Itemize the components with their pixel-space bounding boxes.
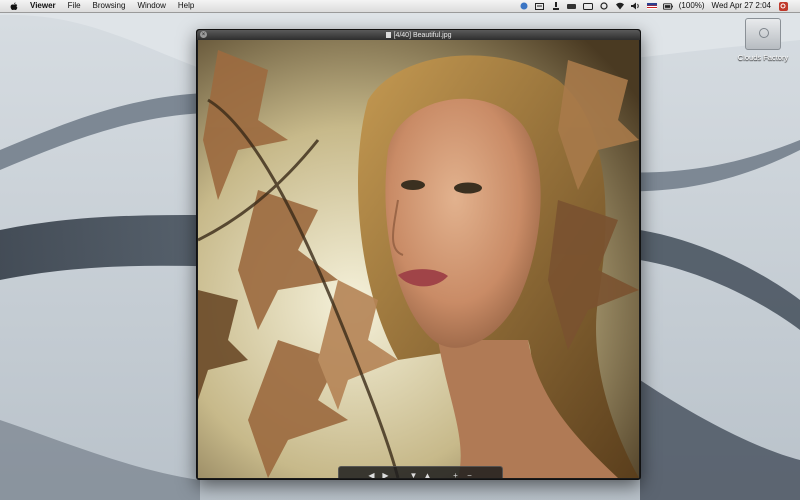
zoom-in-button[interactable]: + (449, 469, 463, 479)
battery-icon[interactable] (662, 2, 673, 10)
zoom-out-button[interactable]: − (463, 469, 477, 479)
desktop-drive-label: Clouds Factory (737, 53, 789, 62)
hard-drive-icon[interactable] (745, 18, 781, 50)
menu-help[interactable]: Help (178, 0, 194, 12)
photo-canvas[interactable]: ◀ ▶ ▼ ▲ + − (198, 40, 639, 478)
menu-file[interactable]: File (68, 0, 81, 12)
wifi-icon[interactable] (615, 2, 625, 10)
window-titlebar[interactable]: × [4/40] Beautiful.jpg (197, 30, 640, 40)
dropbox-icon[interactable] (519, 2, 529, 10)
previous-button[interactable]: ◀ (365, 469, 379, 479)
desktop-drive[interactable]: Clouds Factory (733, 18, 793, 62)
close-button[interactable]: × (200, 31, 207, 38)
menubar-clock[interactable]: Wed Apr 27 2:04 (712, 0, 771, 12)
drive-icon[interactable] (567, 2, 577, 10)
search-icon[interactable] (778, 1, 788, 11)
window-title: [4/40] Beautiful.jpg (393, 31, 452, 39)
menu-window[interactable]: Window (137, 0, 165, 12)
viewer-hud: ◀ ▶ ▼ ▲ + − (338, 466, 503, 478)
menu-app-name[interactable]: Viewer (30, 0, 56, 12)
flag-icon[interactable] (646, 2, 657, 10)
notes-icon[interactable] (535, 2, 545, 10)
menu-bar: Viewer File Browsing Window Help (100%) … (0, 0, 800, 13)
display-icon[interactable] (582, 2, 593, 10)
sync-icon[interactable] (599, 2, 609, 10)
expand-button[interactable]: ▲ (421, 469, 435, 479)
battery-percent: (100%) (678, 1, 705, 10)
collapse-button[interactable]: ▼ (407, 469, 421, 479)
apple-icon[interactable] (10, 2, 20, 11)
menu-browsing[interactable]: Browsing (93, 0, 126, 12)
portrait-image (198, 40, 639, 478)
next-button[interactable]: ▶ (379, 469, 393, 479)
volume-icon[interactable] (631, 2, 641, 10)
document-icon (385, 32, 391, 38)
flash-icon[interactable] (551, 2, 561, 10)
viewer-window: × [4/40] Beautiful.jpg ◀ ▶ ▼ ▲ + − (196, 29, 641, 480)
